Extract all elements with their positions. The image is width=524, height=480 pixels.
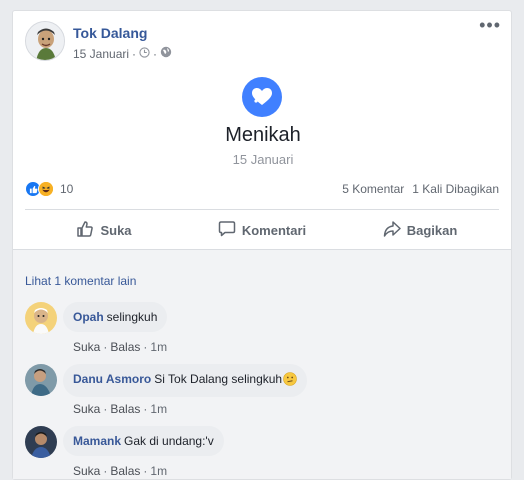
comment-like-link[interactable]: Suka: [73, 464, 100, 478]
comment-actions: Suka · Balas · 1m: [73, 464, 167, 478]
meta-separator: ·: [132, 46, 137, 61]
comment-separator: ·: [103, 402, 108, 416]
clock-icon: [139, 46, 150, 61]
share-count[interactable]: 1 Kali Dibagikan: [412, 182, 499, 196]
comment-time[interactable]: 1m: [150, 340, 167, 354]
confused-emoji-icon: [283, 372, 297, 389]
comment-reply-link[interactable]: Balas: [110, 340, 140, 354]
action-bar: Suka Komentari Bagikan: [25, 214, 499, 246]
comment-label: Komentari: [241, 222, 307, 238]
comment-time[interactable]: 1m: [150, 402, 167, 416]
comment-separator: ·: [103, 464, 108, 478]
comments-section: Lihat 1 komentar lain Opah selingkuh Suka…: [13, 249, 511, 479]
comment-separator: ·: [143, 340, 148, 354]
like-label: Suka: [100, 222, 132, 238]
event-date: 15 Januari: [232, 152, 294, 167]
share-label: Bagikan: [406, 222, 458, 238]
comment-bubble: Danu Asmoro Si Tok Dalang selingkuh: [63, 364, 308, 397]
comment-text: selingkuh: [106, 310, 158, 324]
author-avatar[interactable]: [25, 21, 65, 61]
speech-bubble-icon: [218, 220, 236, 241]
comment-bubble: Opah selingkuh: [63, 302, 168, 332]
thumbs-up-icon: [76, 220, 94, 241]
more-options-icon[interactable]: •••: [479, 16, 501, 34]
view-more-comments-link[interactable]: Lihat 1 komentar lain: [25, 274, 136, 288]
like-button[interactable]: Suka: [25, 214, 183, 246]
commenter-name[interactable]: Mamank: [73, 434, 121, 448]
share-arrow-icon: [383, 220, 401, 241]
commenter-avatar[interactable]: [25, 426, 57, 458]
post-meta: 15 Januari · ·: [73, 46, 172, 61]
globe-icon[interactable]: [160, 46, 172, 61]
comment-actions: Suka · Balas · 1m: [73, 340, 167, 354]
comment-reply-link[interactable]: Balas: [110, 402, 140, 416]
commenter-name[interactable]: Opah: [73, 310, 104, 324]
commenter-name[interactable]: Danu Asmoro: [73, 372, 151, 386]
commenter-avatar[interactable]: [25, 364, 57, 396]
reaction-stats: 10 5 Komentar 1 Kali Dibagikan: [25, 181, 499, 197]
post-header: Tok Dalang 15 Januari · ·: [25, 21, 172, 61]
comment-separator: ·: [143, 464, 148, 478]
heart-icon: [242, 77, 282, 117]
comment-like-link[interactable]: Suka: [73, 402, 100, 416]
comment-separator: ·: [143, 402, 148, 416]
reaction-count[interactable]: 10: [60, 182, 73, 196]
post-card: Tok Dalang 15 Januari · · ••• Menikah 15…: [12, 10, 512, 480]
comment-like-link[interactable]: Suka: [73, 340, 100, 354]
haha-reaction-icon[interactable]: [38, 181, 54, 197]
comment-count[interactable]: 5 Komentar: [342, 182, 404, 196]
comment-reply-link[interactable]: Balas: [110, 464, 140, 478]
comment-actions: Suka · Balas · 1m: [73, 402, 167, 416]
comment-time[interactable]: 1m: [150, 464, 167, 478]
meta-separator: ·: [153, 46, 158, 61]
divider: [25, 209, 499, 210]
author-name[interactable]: Tok Dalang: [73, 25, 147, 41]
comment-bubble: Mamank Gak di undang:'v: [63, 426, 224, 456]
comment-text: Si Tok Dalang selingkuh: [154, 372, 283, 386]
share-button[interactable]: Bagikan: [341, 214, 499, 246]
post-date[interactable]: 15 Januari: [73, 47, 129, 61]
comment-separator: ·: [103, 340, 108, 354]
comment-text: Gak di undang:'v: [124, 434, 214, 448]
commenter-avatar[interactable]: [25, 302, 57, 334]
event-title: Menikah: [225, 124, 301, 146]
comment-button[interactable]: Komentari: [183, 214, 341, 246]
